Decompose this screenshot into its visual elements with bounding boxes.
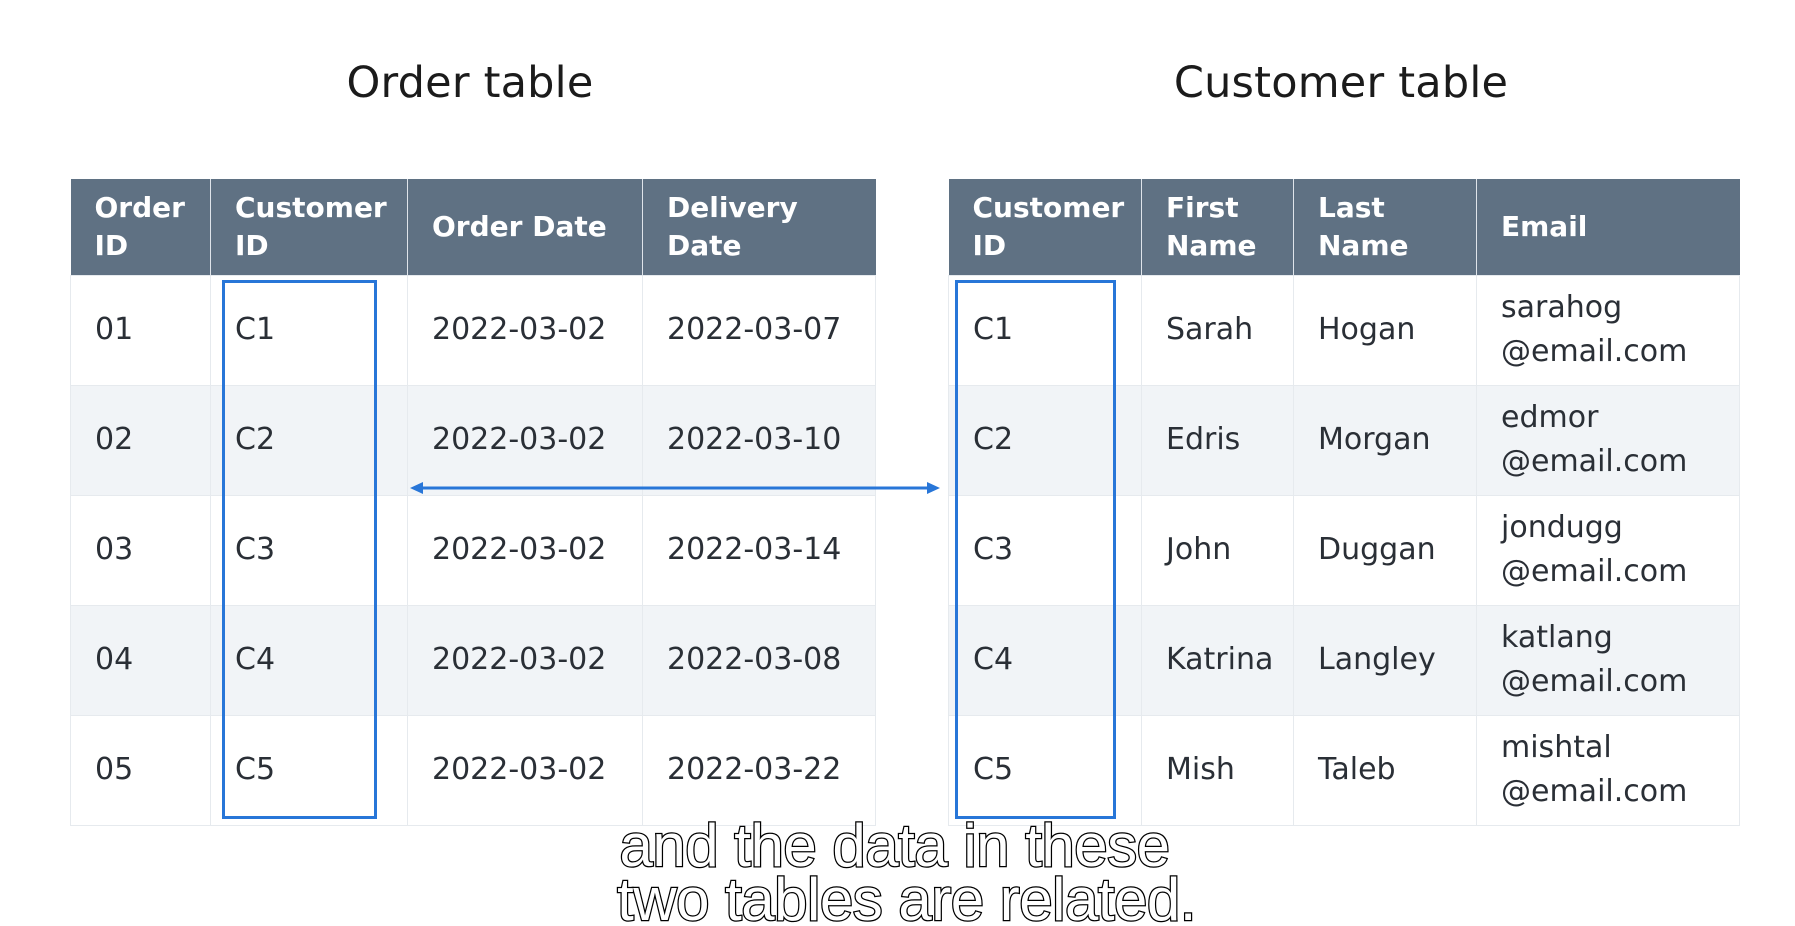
delivery-date-header: Delivery Date [642, 179, 876, 275]
order-id-header: Order ID [70, 179, 211, 275]
first-name-cell: Katrina [1141, 604, 1294, 716]
order-date-cell: 2022-03-02 [407, 494, 643, 606]
order-date-cell: 2022-03-02 [407, 714, 643, 826]
first-name-cell: Sarah [1141, 274, 1294, 386]
last-name-cell: Langley [1293, 604, 1477, 716]
diagram-canvas: Order table Customer table Order ID Cust… [0, 0, 1795, 926]
order-id-cell: 04 [70, 604, 211, 716]
caption-line-2: two tables are related. [616, 866, 1198, 926]
order-id-cell: 03 [70, 494, 211, 606]
order-table: Order ID Customer ID Order Date Delivery… [70, 179, 876, 826]
last-name-cell: Duggan [1293, 494, 1477, 606]
table-row: 04 C4 2022-03-02 2022-03-08 [70, 604, 876, 716]
order-id-cell: 05 [70, 714, 211, 826]
customer-id-highlight [955, 280, 1116, 819]
last-name-cell: Taleb [1293, 714, 1477, 826]
last-name-cell: Hogan [1293, 274, 1477, 386]
delivery-date-cell: 2022-03-07 [642, 274, 876, 386]
table-row: 03 C3 2022-03-02 2022-03-14 [70, 494, 876, 606]
order-date-cell: 2022-03-02 [407, 604, 643, 716]
order-date-cell: 2022-03-02 [407, 274, 643, 386]
email-cell: edmor @email.com [1476, 384, 1740, 496]
customer-table-title: Customer table [1173, 58, 1509, 108]
email-cell: mishtal @email.com [1476, 714, 1740, 826]
email-cell: sarahog @email.com [1476, 274, 1740, 386]
table-row: 05 C5 2022-03-02 2022-03-22 [70, 714, 876, 826]
last-name-cell: Morgan [1293, 384, 1477, 496]
customer-table-header-row: Customer ID First Name Last Name Email [948, 179, 1740, 275]
first-name-cell: Mish [1141, 714, 1294, 826]
order-customer-id-header: Customer ID [210, 179, 408, 275]
order-table-header-row: Order ID Customer ID Order Date Delivery… [70, 179, 876, 275]
table-row: 01 C1 2022-03-02 2022-03-07 [70, 274, 876, 386]
first-name-cell: Edris [1141, 384, 1294, 496]
first-name-cell: John [1141, 494, 1294, 606]
email-header: Email [1476, 179, 1740, 275]
delivery-date-cell: 2022-03-08 [642, 604, 876, 716]
delivery-date-cell: 2022-03-14 [642, 494, 876, 606]
order-id-cell: 01 [70, 274, 211, 386]
order-customer-id-highlight [222, 280, 377, 819]
relationship-arrow-icon [410, 482, 940, 494]
order-id-cell: 02 [70, 384, 211, 496]
first-name-header: First Name [1141, 179, 1294, 275]
delivery-date-cell: 2022-03-22 [642, 714, 876, 826]
last-name-header: Last Name [1293, 179, 1477, 275]
order-table-title: Order table [346, 58, 594, 108]
order-date-header: Order Date [407, 179, 643, 275]
customer-id-header: Customer ID [948, 179, 1142, 275]
email-cell: katlang @email.com [1476, 604, 1740, 716]
email-cell: jondugg @email.com [1476, 494, 1740, 606]
